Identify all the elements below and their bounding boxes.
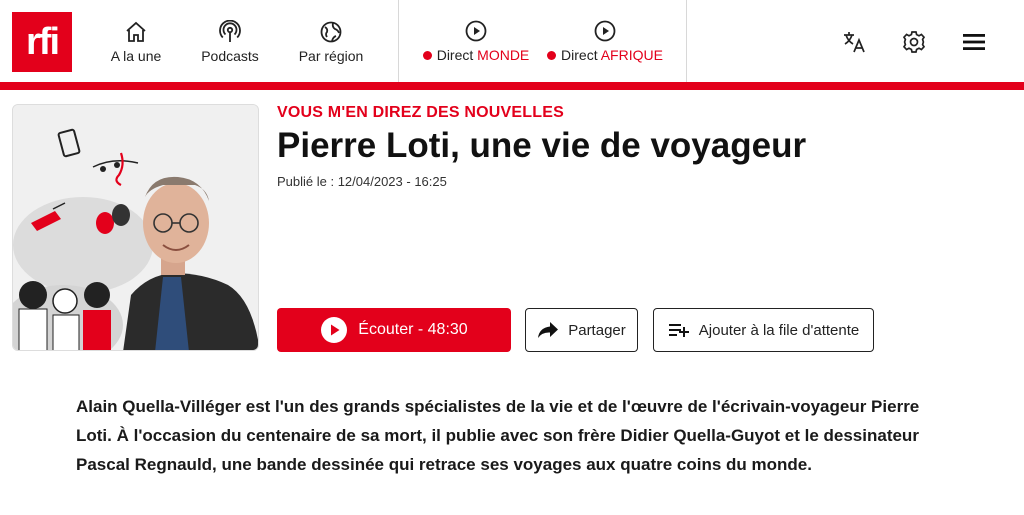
- header-divider: [686, 0, 687, 82]
- home-icon: [126, 21, 146, 42]
- add-to-queue-button[interactable]: Ajouter à la file d'attente: [653, 308, 874, 352]
- translate-icon[interactable]: [841, 29, 867, 55]
- nav-podcasts[interactable]: Podcasts: [196, 20, 264, 66]
- nav-a-la-une[interactable]: A la une: [106, 20, 166, 66]
- play-circle-icon: [594, 20, 616, 42]
- share-label: Partager: [568, 321, 626, 339]
- nav-label: Podcasts: [201, 48, 259, 64]
- share-button[interactable]: Partager: [525, 308, 638, 352]
- live-prefix: Direct: [561, 47, 598, 63]
- live-dot: [422, 51, 432, 60]
- nav-par-region[interactable]: Par région: [294, 20, 368, 66]
- header-accent-bar: [0, 82, 1024, 90]
- cover-illustration: [13, 105, 258, 350]
- menu-icon[interactable]: [961, 29, 987, 55]
- listen-button[interactable]: Écouter - 48:30: [277, 308, 511, 352]
- live-prefix: Direct: [436, 47, 474, 63]
- live-afrique-button[interactable]: Direct AFRIQUE: [546, 20, 664, 66]
- publish-date: Publié le : 12/04/2023 - 16:25: [277, 174, 447, 189]
- site-header: rfi A la une Podcasts Par région Direct …: [0, 0, 1024, 82]
- share-arrow-icon: [538, 322, 559, 338]
- podcast-icon: [219, 20, 241, 42]
- play-circle-icon: [465, 20, 487, 42]
- show-name[interactable]: VOUS M'EN DIREZ DES NOUVELLES: [277, 104, 564, 122]
- queue-label: Ajouter à la file d'attente: [698, 321, 860, 339]
- live-monde-button[interactable]: Direct MONDE: [420, 20, 532, 66]
- globe-icon: [320, 21, 342, 43]
- gear-icon[interactable]: [901, 29, 927, 55]
- page-title: Pierre Loti, une vie de voyageur: [277, 126, 807, 165]
- live-region: AFRIQUE: [600, 47, 663, 63]
- play-circle-icon: [321, 317, 348, 343]
- playlist-add-icon: [668, 324, 689, 337]
- header-divider: [398, 0, 399, 82]
- nav-label: Par région: [298, 48, 364, 64]
- rfi-logo[interactable]: rfi: [12, 12, 72, 72]
- live-dot: [547, 51, 557, 60]
- live-region: MONDE: [477, 47, 530, 63]
- nav-label: A la une: [110, 48, 162, 64]
- episode-cover-image: [12, 104, 259, 351]
- episode-description: Alain Quella-Villéger est l'un des grand…: [76, 397, 920, 474]
- listen-label: Écouter - 48:30: [358, 321, 468, 338]
